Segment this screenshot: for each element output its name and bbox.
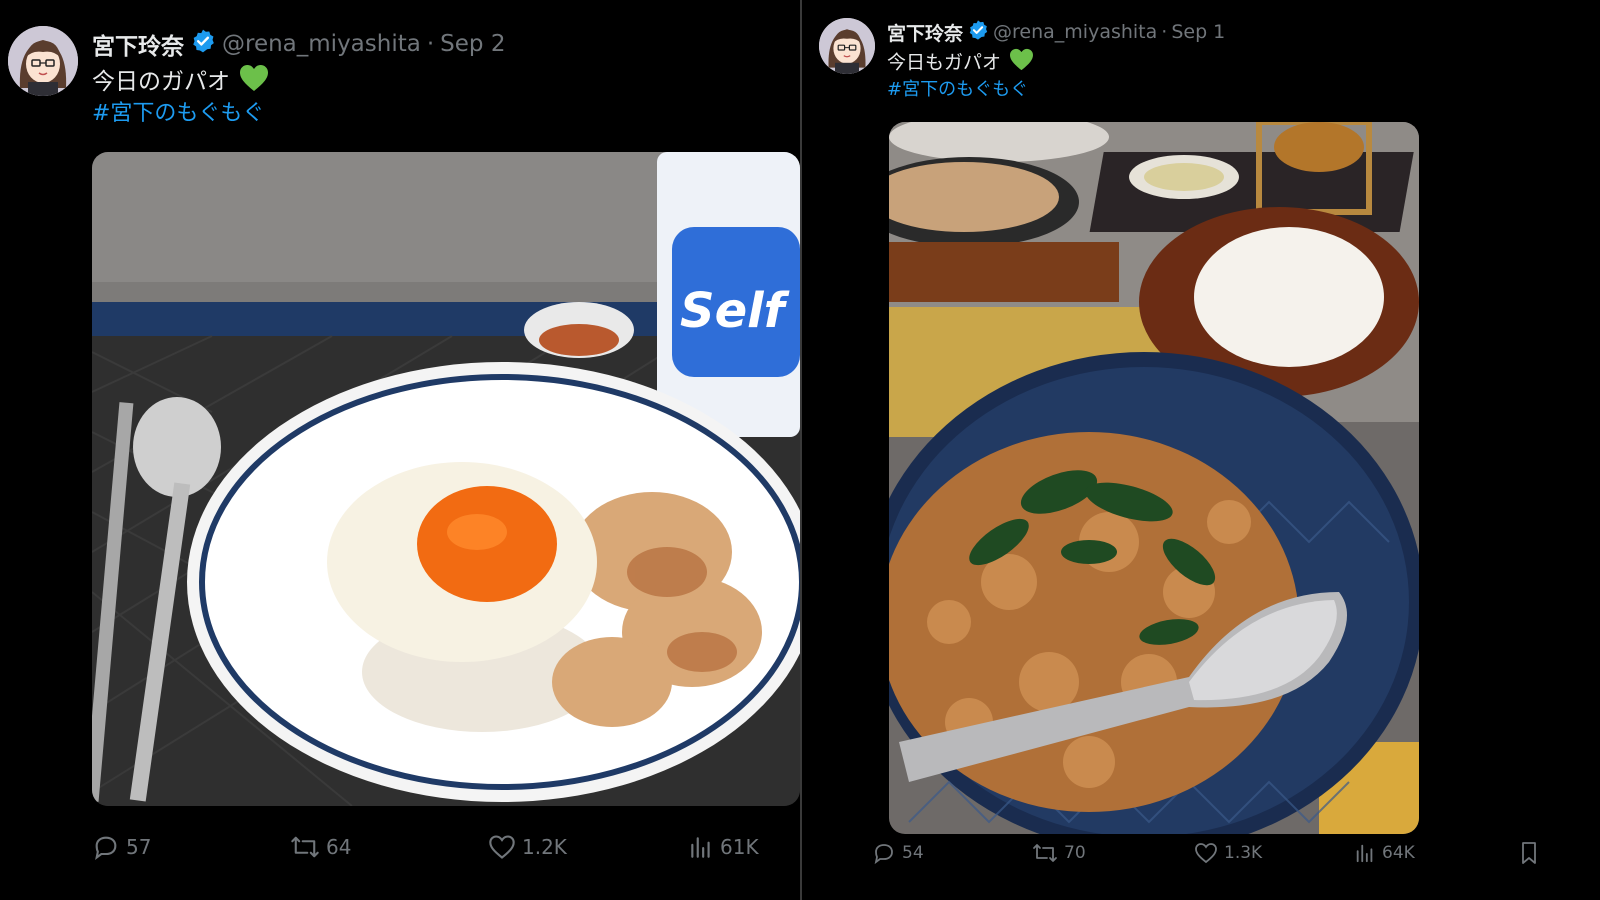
repost-icon — [291, 836, 319, 858]
cup-logo-text: Self — [680, 283, 790, 339]
like-icon — [489, 835, 515, 859]
reply-icon — [874, 844, 893, 865]
reply-count: 54 — [902, 843, 924, 863]
views-button[interactable]: 64K — [1354, 842, 1415, 864]
tweet-text-content: 今日のガパオ — [92, 69, 230, 95]
like-count: 1.2K — [522, 835, 567, 859]
tweet-photo[interactable] — [889, 122, 1419, 834]
reply-icon — [95, 836, 117, 860]
author-name[interactable]: 宮下玲奈 — [887, 19, 963, 46]
hashtag-link[interactable]: #宮下のもぐもぐ — [887, 77, 1028, 103]
avatar-illustration — [819, 18, 875, 74]
repost-button[interactable]: 64 — [290, 833, 351, 861]
tweet-text-content: 今日もガパオ — [887, 51, 1002, 74]
views-button[interactable]: 61K — [688, 834, 759, 860]
author-name[interactable]: 宮下玲奈 — [92, 27, 184, 61]
views-count: 64K — [1382, 843, 1415, 863]
repost-icon — [1033, 844, 1057, 862]
reply-button[interactable]: 57 — [92, 833, 151, 861]
reply-count: 57 — [126, 835, 152, 859]
like-count: 1.3K — [1224, 843, 1263, 863]
like-button[interactable]: 1.3K — [1194, 842, 1262, 864]
avatar[interactable] — [819, 18, 875, 74]
avatar[interactable] — [8, 26, 78, 96]
green-heart-icon — [1009, 48, 1034, 78]
verified-badge-icon — [190, 28, 216, 60]
food-photo-gapao-basil — [889, 122, 1419, 834]
tweet-actions: 54 70 1.3K 64K — [872, 838, 1600, 868]
views-icon — [691, 837, 710, 858]
tweet-text: 今日もガパオ — [887, 48, 1034, 78]
like-button[interactable]: 1.2K — [488, 834, 567, 860]
avatar-illustration — [8, 26, 78, 96]
repost-count: 70 — [1064, 843, 1086, 863]
tweet-date[interactable]: Sep 2 — [440, 31, 505, 57]
reply-button[interactable]: 54 — [872, 841, 924, 865]
like-icon — [1195, 843, 1217, 864]
views-icon — [1356, 844, 1373, 863]
repost-count: 64 — [326, 835, 352, 859]
tweet-date[interactable]: Sep 1 — [1171, 21, 1225, 43]
separator-dot: · — [1161, 21, 1168, 43]
tweet-actions: 57 64 1.2K 61K — [92, 830, 782, 864]
tweet-text: 今日のガパオ — [92, 64, 269, 101]
bookmark-button[interactable] — [1518, 841, 1540, 865]
tweet-header: 宮下玲奈 @rena_miyashita · Sep 2 — [92, 28, 505, 60]
food-photo-gapao-egg: Self — [92, 152, 800, 806]
repost-button[interactable]: 70 — [1032, 841, 1086, 865]
author-handle[interactable]: @rena_miyashita — [993, 21, 1157, 43]
bookmark-icon — [1522, 842, 1536, 864]
author-handle[interactable]: @rena_miyashita — [222, 31, 421, 57]
separator-dot: · — [426, 31, 435, 57]
hashtag-link[interactable]: #宮下のもぐもぐ — [92, 99, 264, 129]
green-heart-icon — [239, 64, 269, 101]
views-count: 61K — [720, 835, 759, 859]
tweet-card-left: 宮下玲奈 @rena_miyashita · Sep 2 今日のガパオ #宮下の… — [0, 0, 800, 900]
tweet-photo[interactable]: Self — [92, 152, 800, 806]
tweet-header: 宮下玲奈 @rena_miyashita · Sep 1 — [887, 19, 1225, 45]
tweet-card-right: 宮下玲奈 @rena_miyashita · Sep 1 今日もガパオ #宮下の… — [802, 0, 1600, 900]
verified-badge-icon — [967, 19, 989, 46]
